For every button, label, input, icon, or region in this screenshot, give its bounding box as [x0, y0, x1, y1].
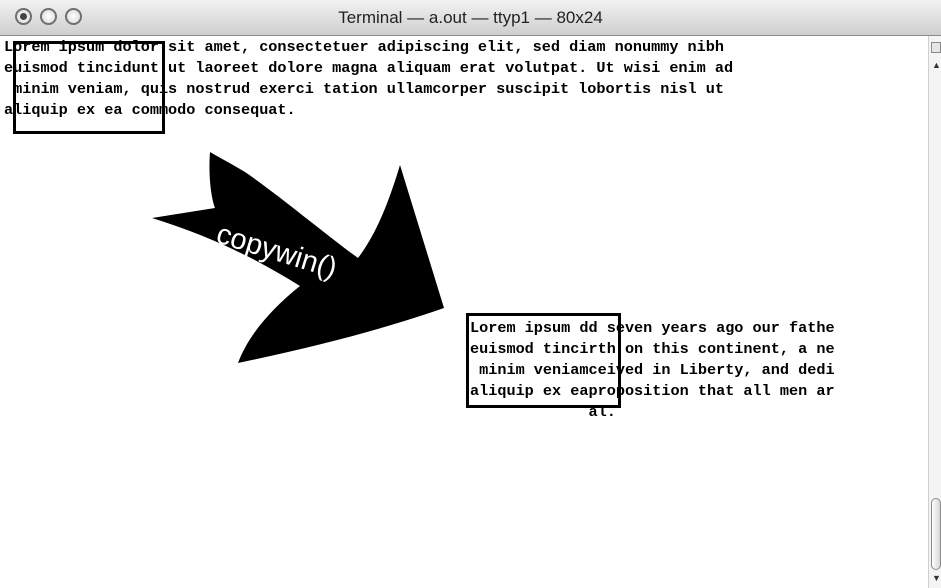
- scroll-thumb[interactable]: [931, 498, 941, 570]
- down-arrow-icon[interactable]: ▼: [932, 573, 941, 583]
- terminal-window: Terminal — a.out — ttyp1 — 80x24 Lorem i…: [0, 0, 941, 588]
- up-arrow-icon[interactable]: ▲: [932, 60, 941, 70]
- vertical-scrollbar[interactable]: ▲ ▼: [928, 36, 941, 588]
- copy-arrow-diagram: [152, 152, 444, 363]
- resize-grip[interactable]: [931, 42, 941, 53]
